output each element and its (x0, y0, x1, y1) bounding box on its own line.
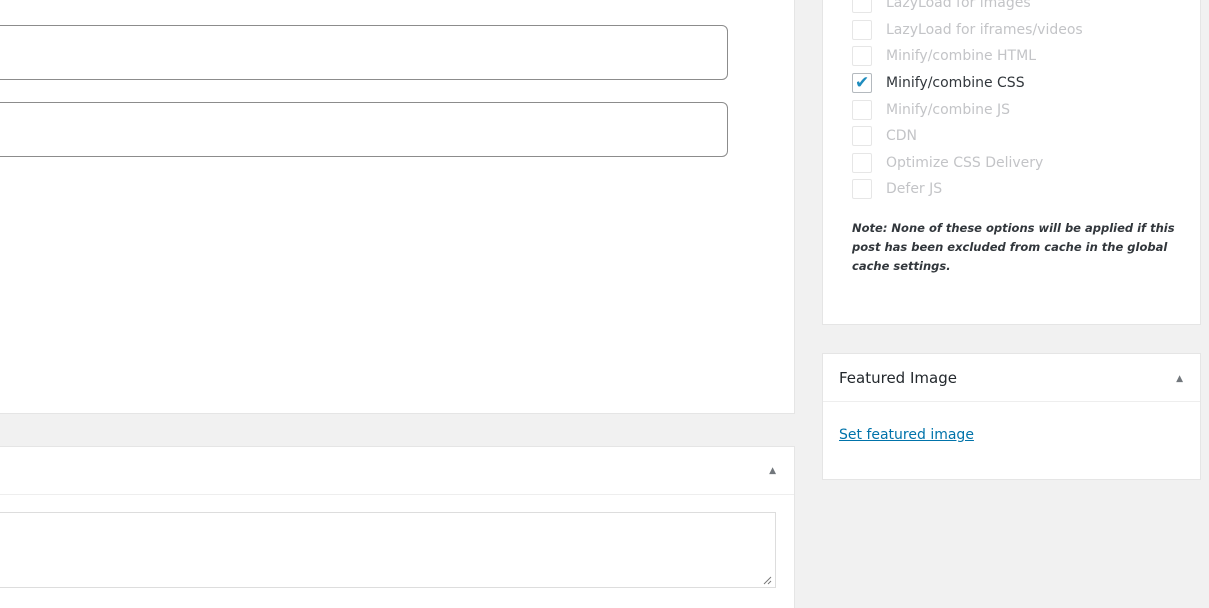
option-lazyload-iframes[interactable]: LazyLoad for iframes/videos (852, 20, 1083, 40)
checkmark-icon: ✔ (855, 73, 870, 93)
checkbox[interactable] (852, 20, 872, 40)
text-input-2[interactable] (0, 102, 728, 157)
featured-image-header[interactable]: Featured Image ▲ (823, 354, 1200, 402)
checkbox[interactable] (852, 126, 872, 146)
checkbox-checked[interactable]: ✔ (852, 73, 872, 93)
checkbox[interactable] (852, 100, 872, 120)
triangle-up-icon[interactable]: ▲ (1176, 374, 1183, 384)
option-minify-css[interactable]: ✔ Minify/combine CSS (852, 73, 1025, 93)
checkbox[interactable] (852, 179, 872, 199)
text-input-1[interactable] (0, 25, 728, 80)
option-minify-js[interactable]: Minify/combine JS (852, 100, 1010, 120)
lower-metabox: ▲ (0, 446, 795, 608)
option-label: Minify/combine CSS (886, 75, 1025, 91)
cache-options-box: LazyLoad for images LazyLoad for iframes… (822, 0, 1201, 325)
option-defer-js[interactable]: Defer JS (852, 179, 942, 199)
set-featured-image-link[interactable]: Set featured image (839, 427, 974, 443)
option-label: Optimize CSS Delivery (886, 155, 1044, 171)
main-editor-panel (0, 0, 795, 414)
option-label: LazyLoad for images (886, 0, 1031, 11)
option-minify-html[interactable]: Minify/combine HTML (852, 46, 1036, 66)
option-label: Minify/combine HTML (886, 48, 1036, 64)
triangle-up-icon[interactable]: ▲ (769, 466, 776, 476)
featured-image-box: Featured Image ▲ Set featured image (822, 353, 1201, 480)
options-note: Note: None of these options will be appl… (852, 221, 1175, 273)
option-label: Minify/combine JS (886, 102, 1011, 118)
option-label: LazyLoad for iframes/videos (886, 22, 1083, 38)
option-label: CDN (886, 128, 918, 144)
option-optimize-css-delivery[interactable]: Optimize CSS Delivery (852, 153, 1043, 173)
option-cdn[interactable]: CDN (852, 126, 917, 146)
resize-handle-icon[interactable] (762, 575, 772, 585)
lower-metabox-header[interactable]: ▲ (0, 447, 794, 495)
option-label: Defer JS (886, 181, 943, 197)
option-lazyload-images[interactable]: LazyLoad for images (852, 0, 1031, 13)
checkbox[interactable] (852, 46, 872, 66)
textarea-input[interactable] (0, 512, 776, 588)
checkbox[interactable] (852, 0, 872, 13)
featured-image-title: Featured Image (839, 369, 957, 387)
checkbox[interactable] (852, 153, 872, 173)
